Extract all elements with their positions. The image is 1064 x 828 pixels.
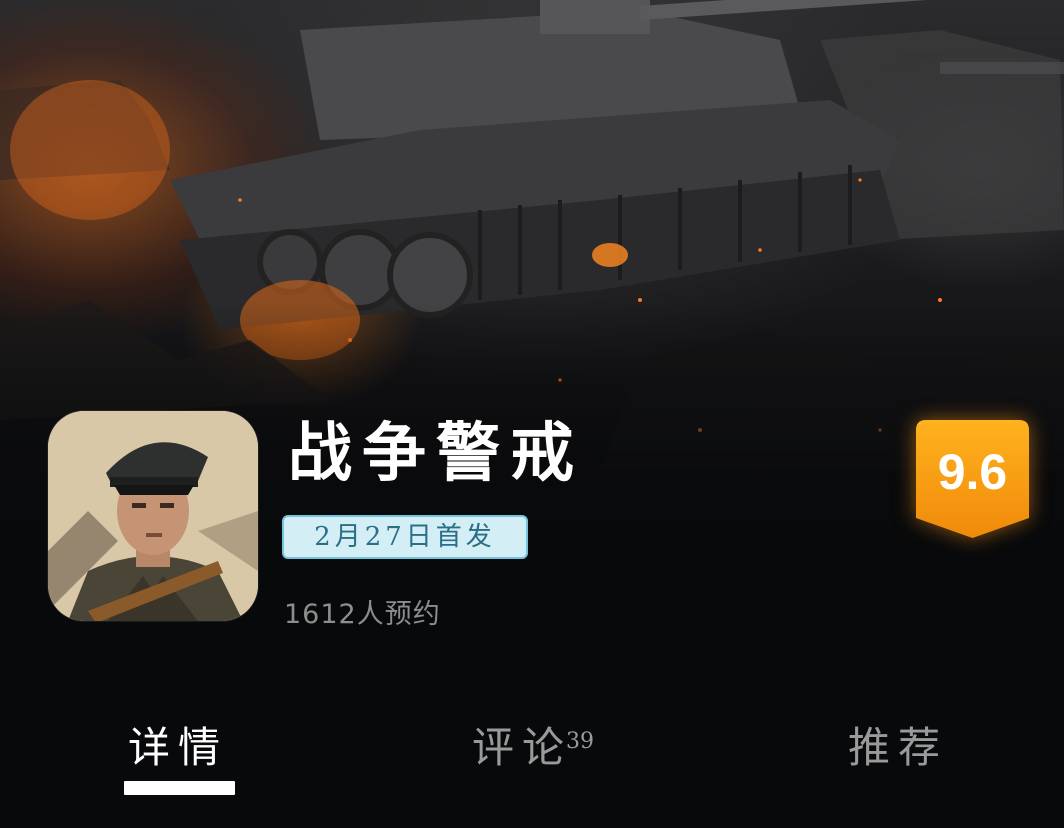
- active-tab-indicator: [124, 781, 235, 795]
- tab-recommend[interactable]: 推荐: [848, 718, 948, 778]
- app-icon[interactable]: [48, 411, 258, 621]
- score-value: 9.6: [937, 444, 1008, 500]
- tab-bar: 详情 评论39 推荐: [0, 700, 1064, 810]
- tab-comments-label: 评论: [472, 723, 573, 772]
- comment-count: 39: [566, 729, 595, 754]
- tab-comments[interactable]: 评论39: [472, 718, 594, 778]
- score-badge: 9.6: [916, 420, 1029, 538]
- tab-recommend-label: 推荐: [848, 723, 949, 772]
- reservation-count: 1612人预约: [284, 599, 441, 630]
- release-date-badge: 2月27日首发: [282, 515, 528, 559]
- game-title: 战争警戒: [288, 416, 584, 491]
- tab-details-label: 详情: [128, 723, 229, 772]
- soldier-portrait-icon: [48, 411, 258, 621]
- tab-details[interactable]: 详情: [128, 718, 228, 778]
